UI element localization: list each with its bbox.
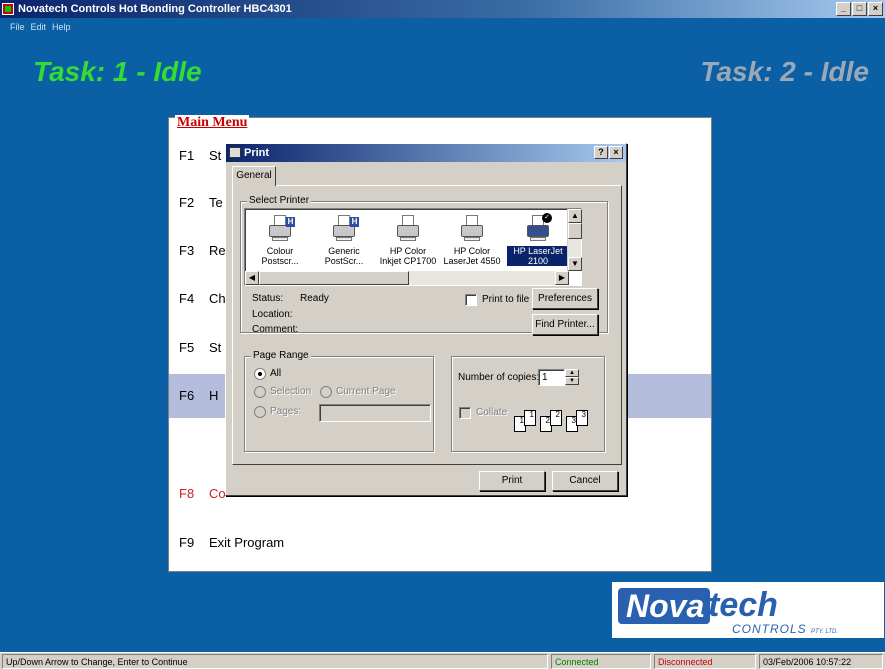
printer-list[interactable]: H Colour Postscr... H Generic PostScr... H… xyxy=(244,208,582,286)
pages-input xyxy=(319,404,431,422)
scroll-up-arrow-icon[interactable]: ▲ xyxy=(568,209,582,223)
print-dialog: Print ? × General Select Printer H Colou… xyxy=(225,143,627,496)
scroll-down-arrow-icon[interactable]: ▼ xyxy=(568,257,582,271)
tab-general[interactable]: General xyxy=(232,166,276,186)
datetime: 03/Feb/2006 10:57:22 xyxy=(759,654,883,669)
range-all-label: All xyxy=(270,368,282,379)
close-button[interactable]: × xyxy=(868,2,883,16)
logo-nova: Nova xyxy=(618,588,710,624)
menu-help[interactable]: Help xyxy=(52,18,71,40)
task-2-status: Task: 2 - Idle xyxy=(700,56,869,87)
printer-list-horizontal-scrollbar[interactable]: ◀ ▶ xyxy=(245,271,569,285)
cancel-button[interactable]: Cancel xyxy=(552,471,618,491)
printer-colour-postscript[interactable]: H Colour Postscr... xyxy=(249,211,311,271)
printer-icon: ✓ xyxy=(523,213,553,243)
comment-label: Comment: xyxy=(252,324,299,335)
task-1-status: Task: 1 - Idle xyxy=(33,56,202,87)
print-to-file-checkbox[interactable] xyxy=(465,294,477,306)
range-all-radio[interactable] xyxy=(254,368,266,380)
dialog-controls: ? × xyxy=(594,146,623,159)
print-button[interactable]: Print xyxy=(479,471,545,491)
copies-group xyxy=(451,356,605,452)
logo-tech: tech xyxy=(708,586,778,624)
select-printer-label: Select Printer xyxy=(247,195,312,206)
vertical-scroll-thumb[interactable] xyxy=(568,223,582,239)
maximize-button[interactable]: □ xyxy=(852,2,867,16)
printer-hp-color-laserjet[interactable]: HP Color LaserJet 4550 xyxy=(441,211,503,271)
printer-icon xyxy=(457,213,487,243)
scroll-left-arrow-icon[interactable]: ◀ xyxy=(245,271,259,285)
printer-icon xyxy=(229,147,241,158)
app-icon xyxy=(2,3,14,15)
disconnected-status: Disconnected xyxy=(654,654,756,669)
printer-icon: H xyxy=(329,213,359,243)
minimize-button[interactable]: _ xyxy=(836,2,851,16)
range-selection-label: Selection xyxy=(270,386,312,397)
range-selection-radio xyxy=(254,386,266,398)
logo-controls: CONTROLS PTY. LTD. xyxy=(732,622,839,636)
location-label: Location: xyxy=(252,309,293,320)
print-dialog-title: Print xyxy=(244,147,270,159)
default-check-icon: ✓ xyxy=(542,213,552,223)
status-value: Ready xyxy=(300,293,329,304)
printer-generic-postscript[interactable]: H Generic PostScr... xyxy=(313,211,375,271)
copies-spinner[interactable]: ▲ ▼ xyxy=(565,369,579,386)
scroll-right-arrow-icon[interactable]: ▶ xyxy=(555,271,569,285)
range-current-page-radio xyxy=(320,386,332,398)
printer-icon xyxy=(393,213,423,243)
copies-label: Number of copies: xyxy=(458,372,540,383)
connected-status: Connected xyxy=(551,654,651,669)
page-range-label: Page Range xyxy=(251,350,311,361)
window-title-bar: Novatech Controls Hot Bonding Controller… xyxy=(0,0,885,18)
preferences-button[interactable]: Preferences xyxy=(532,288,598,309)
status-bar: Up/Down Arrow to Change, Enter to Contin… xyxy=(0,652,885,669)
copies-input[interactable]: 1 xyxy=(538,369,565,386)
status-label: Status: xyxy=(252,293,284,304)
printer-icon: H xyxy=(265,213,295,243)
horizontal-scroll-thumb[interactable] xyxy=(259,271,409,285)
collate-label: Collate xyxy=(476,407,508,418)
status-hint: Up/Down Arrow to Change, Enter to Contin… xyxy=(2,654,548,669)
help-button[interactable]: ? xyxy=(594,146,608,159)
printer-hp-laserjet-2100-selected[interactable]: ✓ HP LaserJet 2100 xyxy=(507,211,569,271)
main-menu-title: Main Menu xyxy=(175,115,250,131)
range-current-page-label: Current Page xyxy=(336,386,396,397)
printer-hp-color-inkjet[interactable]: HP Color Inkjet CP1700 xyxy=(377,211,439,271)
dialog-close-button[interactable]: × xyxy=(609,146,623,159)
print-to-file-label: Print to file xyxy=(482,294,530,305)
printer-list-vertical-scrollbar[interactable]: ▲ ▼ xyxy=(567,209,582,271)
find-printer-button[interactable]: Find Printer... xyxy=(532,314,598,335)
menu-file[interactable]: File xyxy=(10,18,25,40)
menu-edit[interactable]: Edit xyxy=(31,18,47,40)
window-title: Novatech Controls Hot Bonding Controller… xyxy=(18,3,292,15)
menu-item-f9-exit[interactable]: F9 Exit Program xyxy=(169,521,711,565)
collate-checkbox xyxy=(459,407,471,419)
menu-bar: File Edit Help xyxy=(0,18,885,40)
window-controls: _ □ × xyxy=(836,2,883,16)
novatech-logo: Nova tech CONTROLS PTY. LTD. xyxy=(612,582,884,638)
spin-down-arrow-icon[interactable]: ▼ xyxy=(565,377,579,385)
range-pages-radio xyxy=(254,406,266,418)
range-pages-label: Pages: xyxy=(270,406,302,417)
spin-up-arrow-icon[interactable]: ▲ xyxy=(565,369,579,377)
print-dialog-title-bar: Print ? × xyxy=(226,144,626,162)
